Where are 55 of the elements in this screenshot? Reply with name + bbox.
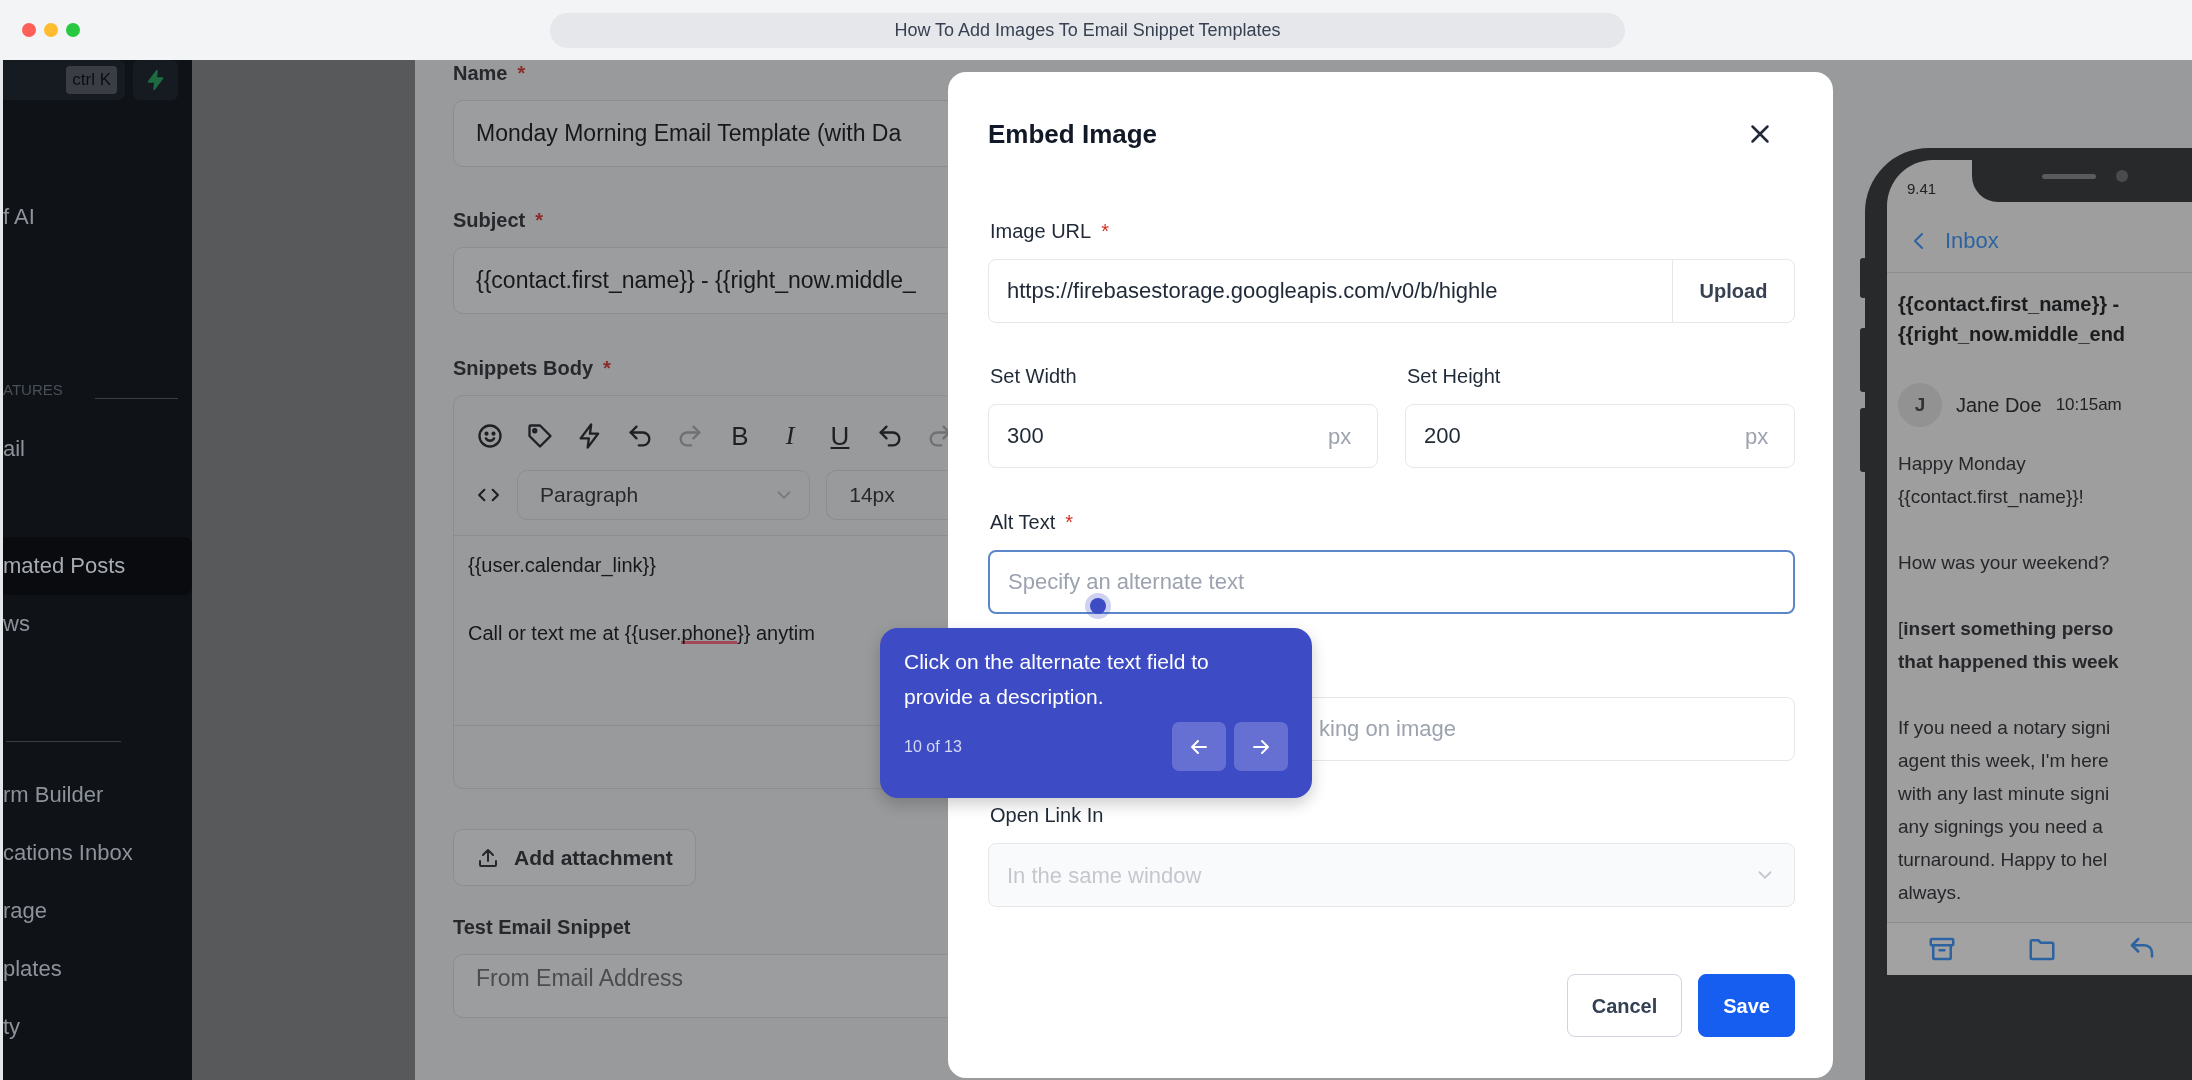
required-mark: * [1101, 219, 1109, 244]
field-label: Alt Text [990, 510, 1056, 535]
email-paragraph: How was your weekend? [1897, 551, 2111, 575]
url-field[interactable]: https://firebasestorage.googleapis.com/v0/b/highle [988, 259, 1673, 323]
italic-button[interactable]: I [776, 422, 804, 450]
step-counter: 10 of 13 [904, 736, 962, 757]
sidebar-item[interactable]: ail [3, 420, 192, 478]
required-mark: * [1065, 510, 1073, 535]
field-label: Open Link In [990, 803, 1104, 828]
underline-button[interactable]: U [826, 422, 854, 450]
section-heading: ATURES [3, 380, 63, 400]
alt-text-field[interactable]: Specify an alternate text [988, 550, 1795, 614]
cursor-dot [1085, 593, 1111, 619]
email-paragraph: If you need a notary signi agent this week, I'm here with any last minute signi any signings you need a turnaround. Happy to hel always. [1897, 716, 2112, 905]
block-format-select[interactable]: Paragraph [517, 470, 811, 520]
address-bar[interactable]: How To Add Images To Email Snippet Templates [550, 12, 1625, 48]
required-mark: * [535, 208, 544, 233]
field-label: Snippets Body [453, 356, 593, 381]
window-control[interactable] [22, 23, 36, 37]
sidebar-item[interactable]: ty [3, 998, 192, 1056]
tag-icon[interactable] [526, 422, 554, 450]
status-time: 9.41 [1907, 180, 1937, 198]
sidebar-item[interactable]: f AI [3, 188, 192, 246]
previous-button[interactable] [1172, 722, 1226, 771]
sidebar-item[interactable]: rm Builder [3, 766, 192, 824]
sidebar-item[interactable]: rage [3, 882, 192, 940]
editor-text: {{user.calendar_link}} [468, 553, 657, 579]
sidebar-item[interactable]: mated Posts [3, 537, 192, 595]
upload-button[interactable]: Upload [1672, 259, 1795, 323]
sidebar-item[interactable]: ws [3, 595, 192, 653]
sender-name: Jane Doe [1956, 393, 2042, 418]
unit-label: px [1745, 422, 1770, 451]
field-label: Set Height [1407, 364, 1501, 389]
required-mark: * [603, 356, 611, 381]
modal-title: Embed Image [988, 118, 1158, 151]
field-label: Name [453, 61, 508, 86]
email-paragraph: [insert something perso that happened this week [1897, 617, 2120, 674]
unit-label: px [1328, 422, 1353, 451]
attachment-button[interactable]: Add attachment [453, 829, 696, 886]
avatar: J [1898, 383, 1942, 427]
next-button[interactable] [1234, 722, 1288, 771]
cancel-button[interactable]: Cancel [1566, 974, 1683, 1037]
sidebar-item[interactable]: plates [3, 940, 192, 998]
bold-button[interactable]: B [726, 422, 754, 450]
field-label: Subject [453, 208, 526, 233]
email-paragraph: Happy Monday {{contact.first_name}}! [1897, 452, 2085, 510]
email-subject: {{contact.first_name}} - {{right_now.middle_end [1897, 292, 2127, 347]
required-mark: * [517, 61, 526, 86]
field-label: Set Width [990, 364, 1077, 389]
field-label: Image URL [990, 219, 1092, 244]
field-label: Test Email Snippet [453, 915, 631, 940]
save-button[interactable]: Save [1698, 974, 1795, 1037]
sent-time: 10:15am [2055, 394, 2122, 417]
sidebar-item[interactable]: cations Inbox [3, 824, 192, 882]
emoji-icon[interactable] [476, 422, 504, 450]
